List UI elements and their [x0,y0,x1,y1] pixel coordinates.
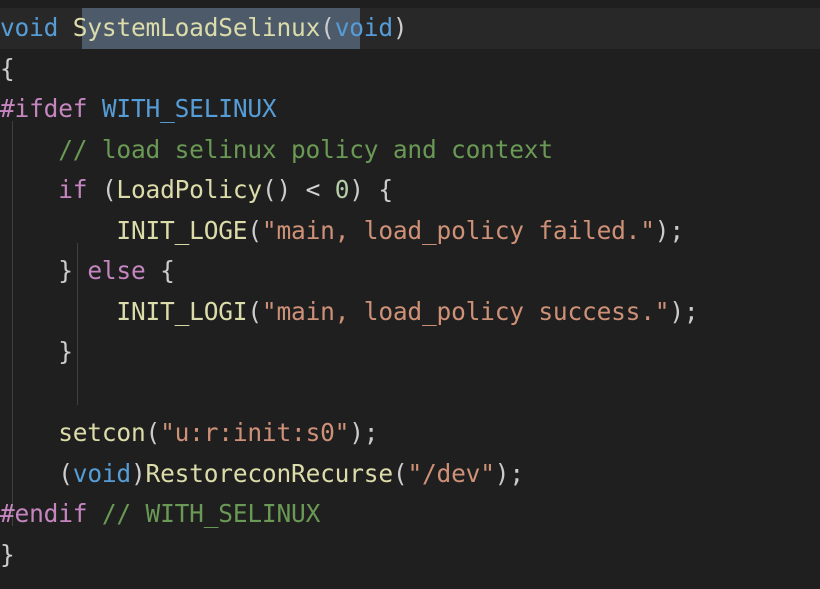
code-token: ) [130,458,146,488]
code-line[interactable]: setcon("u:r:init:s0"); [0,413,378,454]
code-token: #ifdef [0,94,88,123]
code-token: // WITH_SELINUX [101,499,321,528]
code-line[interactable]: // load selinux policy and context [0,130,553,171]
code-token: } [58,337,73,366]
code-token: ); [669,296,699,326]
code-line[interactable] [0,373,15,414]
code-token: setcon [58,418,146,447]
code-token: { [0,53,15,83]
code-token: "main, load_policy failed." [261,215,655,245]
code-line[interactable]: } [0,535,15,576]
code-token: ( [320,13,335,42]
code-token: // load selinux policy and context [58,134,553,164]
code-token: SystemLoadSelinux [72,13,321,42]
code-token: } [58,256,88,285]
code-token: 0 [334,175,350,204]
code-token: WITH_SELINUX [101,94,277,123]
code-token: ) { [349,175,393,204]
code-editor-viewport[interactable]: void SystemLoadSelinux(void){#ifdef WITH… [0,0,820,589]
code-token: "main, load_policy success." [261,296,670,326]
code-line[interactable]: #endif // WITH_SELINUX [0,494,320,535]
code-token: < [305,175,321,204]
code-token: ) [392,13,408,42]
code-token: void [0,13,59,42]
code-token: ( [247,296,262,326]
code-line[interactable]: if (LoadPolicy() < 0) { [0,170,393,211]
code-line[interactable]: { [0,49,15,90]
code-token: INIT_LOGI [116,296,248,326]
code-line[interactable]: #ifdef WITH_SELINUX [0,89,277,130]
code-token: ); [349,418,379,447]
code-token: ( [87,175,117,204]
code-token: LoadPolicy [116,175,262,204]
code-line[interactable]: (void)RestoreconRecurse("/dev"); [0,454,524,495]
code-line[interactable]: void SystemLoadSelinux(void) [0,8,408,49]
code-line[interactable]: } [0,332,73,373]
code-token: } [0,539,15,569]
code-token: ( [58,458,73,488]
code-token: ( [247,215,262,245]
code-line[interactable]: INIT_LOGI("main, load_policy success."); [0,292,698,333]
code-token: else [87,256,146,285]
code-token: RestoreconRecurse [145,458,394,488]
code-token: ); [494,458,524,488]
code-line[interactable]: INIT_LOGE("main, load_policy failed."); [0,211,684,252]
code-token: { [145,256,175,285]
code-token: ); [654,215,684,245]
code-token: ( [145,418,161,447]
code-token: void [72,458,131,488]
code-token: ( [392,458,408,488]
indent-guide [77,324,78,405]
code-token: "u:r:init:s0" [160,418,350,447]
code-token: INIT_LOGE [116,215,248,245]
code-token: #endif [0,499,88,528]
code-line[interactable]: } else { [0,251,175,292]
code-token: "/dev" [407,458,495,488]
code-token: if [58,175,88,204]
code-token: () [261,175,306,204]
code-token: void [334,13,393,42]
